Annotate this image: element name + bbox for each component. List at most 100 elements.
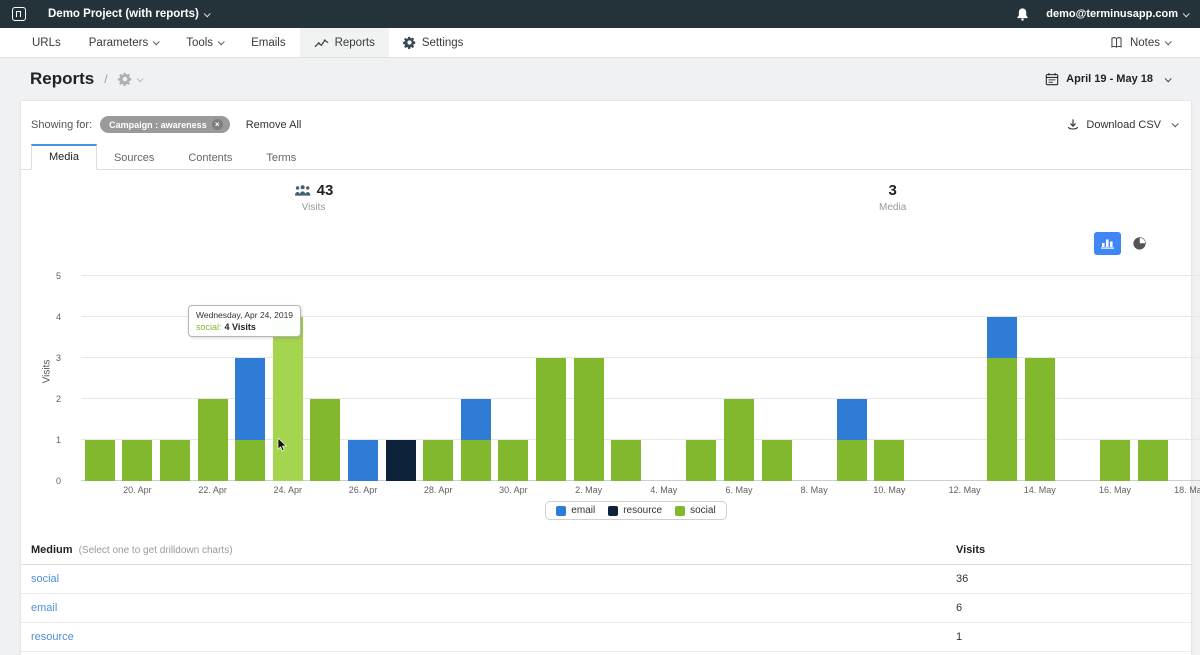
- nav-item-parameters[interactable]: Parameters: [75, 28, 172, 57]
- page-title: Reports: [30, 69, 94, 89]
- chevron-down-icon: [1172, 120, 1179, 127]
- bar-social-19-Apr[interactable]: [85, 440, 115, 481]
- nav-item-emails[interactable]: Emails: [237, 28, 300, 57]
- x-tick-label: 18. May: [1174, 485, 1200, 495]
- bar-social-30-Apr[interactable]: [498, 440, 528, 481]
- table-row-social: social 36: [21, 565, 1191, 594]
- legend-label: social: [690, 505, 716, 516]
- bar-social-25-Apr[interactable]: [310, 399, 340, 481]
- notifications-bell-icon[interactable]: [1015, 7, 1030, 22]
- legend-item-email[interactable]: email: [556, 505, 595, 516]
- nav-item-urls[interactable]: URLs: [18, 28, 75, 57]
- bar-social-14-May[interactable]: [1025, 358, 1055, 481]
- legend-swatch-icon: [675, 506, 685, 516]
- medium-link-email[interactable]: email: [31, 602, 57, 614]
- bar-resource-27-Apr[interactable]: [386, 440, 416, 481]
- bar-social-28-Apr[interactable]: [423, 440, 453, 481]
- nav-parameters-label: Parameters: [89, 37, 148, 49]
- bar-email-23-Apr[interactable]: [235, 358, 265, 440]
- calendar-icon: [1045, 72, 1059, 86]
- bar-social-22-Apr[interactable]: [198, 399, 228, 481]
- stat-visits: 43 Visits: [294, 182, 334, 213]
- bar-social-13-May[interactable]: [987, 358, 1017, 481]
- x-tick-label: 22. Apr: [198, 485, 227, 495]
- tab-contents[interactable]: Contents: [171, 146, 249, 170]
- nav-emails-label: Emails: [251, 37, 286, 49]
- stats-row: 43 Visits 3 Media: [21, 170, 1191, 228]
- terminus-logo-icon[interactable]: [12, 7, 26, 21]
- medium-link-social[interactable]: social: [31, 573, 59, 585]
- user-email-label: demo@terminusapp.com: [1046, 8, 1178, 20]
- bar-social-16-May[interactable]: [1100, 440, 1130, 481]
- x-tick-label: 16. May: [1099, 485, 1131, 495]
- bar-social-23-Apr[interactable]: [235, 440, 265, 481]
- date-range-picker[interactable]: April 19 - May 18: [1045, 72, 1170, 86]
- bar-social-5-May[interactable]: [686, 440, 716, 481]
- bar-social-7-May[interactable]: [762, 440, 792, 481]
- bar-social-10-May[interactable]: [874, 440, 904, 481]
- x-tick-label: 26. Apr: [349, 485, 378, 495]
- filter-chip-campaign-awareness[interactable]: Campaign : awareness ×: [100, 116, 230, 133]
- legend-item-social[interactable]: social: [675, 505, 716, 516]
- bar-social-24-Apr[interactable]: [273, 317, 303, 481]
- bar-email-13-May[interactable]: [987, 317, 1017, 358]
- report-settings-dropdown[interactable]: [118, 72, 142, 86]
- x-tick-label: 28. Apr: [424, 485, 453, 495]
- stat-media: 3 Media: [879, 182, 906, 213]
- y-tick-label: 0: [56, 476, 61, 486]
- chevron-down-icon: [1183, 10, 1190, 17]
- bar-chart-toggle-button[interactable]: [1094, 232, 1121, 255]
- nav-item-tools[interactable]: Tools: [172, 28, 237, 57]
- tooltip-value: 4 Visits: [225, 322, 256, 332]
- nav-reports-label: Reports: [335, 37, 375, 49]
- bar-social-21-Apr[interactable]: [160, 440, 190, 481]
- legend-item-resource[interactable]: resource: [608, 505, 662, 516]
- main-nav: URLs Parameters Tools Emails Reports Set…: [0, 28, 1200, 58]
- chevron-down-icon: [136, 75, 143, 82]
- bar-social-17-May[interactable]: [1138, 440, 1168, 481]
- x-tick-label: 8. May: [801, 485, 828, 495]
- visits-bar-chart: Visits 012345 Wednesday, Apr 24, 2019 so…: [21, 258, 1191, 520]
- x-tick-label: 20. Apr: [123, 485, 152, 495]
- download-icon: [1066, 118, 1080, 132]
- bar-social-2-May[interactable]: [574, 358, 604, 481]
- bar-social-6-May[interactable]: [724, 399, 754, 481]
- visitors-group-icon: [294, 184, 311, 197]
- tab-media[interactable]: Media: [31, 144, 97, 170]
- visits-label: Visits: [294, 202, 334, 213]
- x-tick-label: 4. May: [650, 485, 677, 495]
- nav-item-reports[interactable]: Reports: [300, 28, 389, 57]
- close-icon[interactable]: ×: [212, 119, 223, 130]
- bar-social-9-May[interactable]: [837, 440, 867, 481]
- filter-chip-label: Campaign : awareness: [109, 120, 207, 130]
- visits-value-email: 6: [956, 602, 962, 614]
- bar-social-1-May[interactable]: [536, 358, 566, 481]
- project-switcher[interactable]: Demo Project (with reports): [48, 8, 209, 20]
- bar-email-26-Apr[interactable]: [348, 440, 378, 481]
- bar-email-9-May[interactable]: [837, 399, 867, 440]
- project-name-label: Demo Project (with reports): [48, 8, 199, 20]
- notes-menu[interactable]: Notes: [1095, 36, 1184, 49]
- bar-email-29-Apr[interactable]: [461, 399, 491, 440]
- download-csv-button[interactable]: Download CSV: [1066, 118, 1181, 132]
- legend-swatch-icon: [556, 506, 566, 516]
- pie-chart-toggle-icon[interactable]: [1132, 236, 1147, 251]
- line-chart-icon: [314, 37, 329, 49]
- visits-value-resource: 1: [956, 631, 962, 643]
- nav-item-settings[interactable]: Settings: [389, 28, 478, 57]
- chevron-down-icon: [203, 10, 210, 17]
- remove-all-button[interactable]: Remove All: [246, 119, 302, 131]
- visits-value-social: 36: [956, 573, 968, 585]
- bar-social-29-Apr[interactable]: [461, 440, 491, 481]
- tab-terms[interactable]: Terms: [249, 146, 313, 170]
- bar-social-3-May[interactable]: [611, 440, 641, 481]
- download-csv-label: Download CSV: [1086, 119, 1161, 131]
- tab-sources[interactable]: Sources: [97, 146, 171, 170]
- chart-plot: Wednesday, Apr 24, 2019 social:4 Visits: [81, 276, 1200, 481]
- user-menu[interactable]: demo@terminusapp.com: [1046, 8, 1188, 20]
- y-tick-label: 1: [56, 435, 61, 445]
- medium-link-resource[interactable]: resource: [31, 631, 74, 643]
- bar-social-20-Apr[interactable]: [122, 440, 152, 481]
- table-row-email: email 6: [21, 594, 1191, 623]
- mouse-cursor: [277, 438, 289, 452]
